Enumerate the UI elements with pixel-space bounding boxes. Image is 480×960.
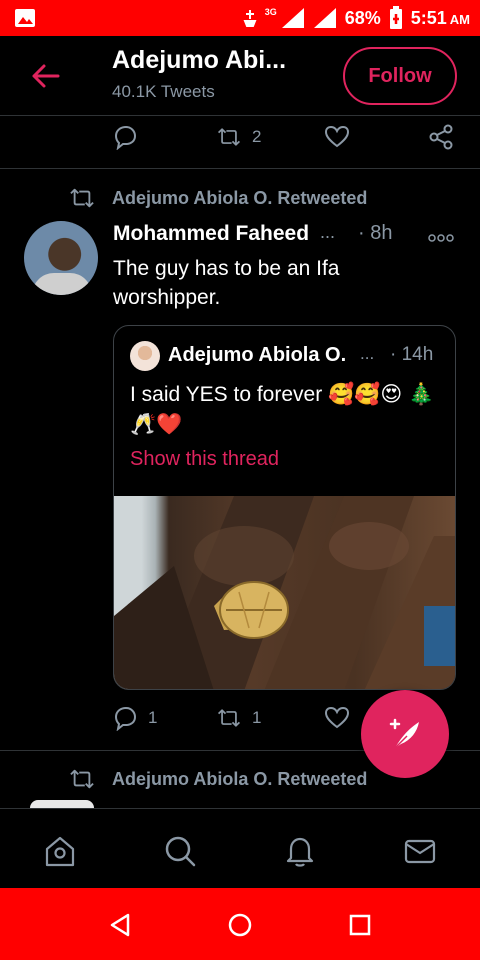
retweet-count: 2: [252, 127, 262, 146]
retweet-icon: [217, 128, 241, 146]
share-icon: [429, 124, 453, 150]
clock-time: 5:51: [410, 7, 447, 28]
reply-button[interactable]: [112, 124, 138, 150]
tweet-time: · 8h: [358, 222, 393, 244]
recents-square-icon: [349, 914, 371, 936]
tweet-divider: [0, 168, 480, 169]
signal-icon: [281, 8, 304, 28]
reply-icon: [114, 706, 137, 731]
like-button[interactable]: [324, 705, 350, 731]
clock-suffix: AM: [449, 11, 470, 27]
system-nav-bar: [0, 888, 480, 960]
signal-icon-2: [313, 8, 336, 28]
home-circle-icon: [228, 913, 252, 937]
back-triangle-icon: [110, 913, 130, 937]
follow-button[interactable]: Follow: [343, 47, 457, 105]
tab-messages[interactable]: [400, 831, 440, 871]
retweet-icon: [70, 769, 94, 789]
back-button[interactable]: [30, 61, 62, 91]
like-button[interactable]: [324, 124, 350, 150]
search-icon: [165, 836, 196, 867]
reply-button[interactable]: 1: [112, 705, 157, 731]
tweet-text: The guy has to be an Ifa worshipper.: [113, 257, 340, 309]
author-ellipsis: ...: [320, 222, 336, 242]
quoted-time: · 14h: [390, 344, 434, 365]
previous-tweet-actions: 2: [112, 124, 462, 154]
tab-home[interactable]: [40, 831, 80, 871]
share-button[interactable]: [428, 124, 454, 150]
retweeted-by-line: Adejumo Abiola O. Retweeted: [68, 186, 367, 210]
nav-home-button[interactable]: [225, 910, 255, 940]
quoted-author: Adejumo Abiola O.: [168, 344, 347, 366]
reply-count: 1: [148, 708, 158, 727]
nav-back-button[interactable]: [105, 910, 135, 940]
tab-notifications[interactable]: [280, 831, 320, 871]
tweet-author[interactable]: Mohammed Faheed: [113, 222, 309, 246]
alarm-icon: [243, 10, 257, 27]
retweet-count: 1: [252, 708, 262, 727]
next-retweeted-by-text: Adejumo Abiola O. Retweeted: [112, 768, 368, 789]
network-type: 3G: [264, 7, 277, 17]
back-arrow-icon: [32, 64, 60, 88]
heart-icon: [324, 706, 350, 729]
retweet-button[interactable]: 2: [216, 124, 261, 150]
compose-feather-icon: [389, 718, 419, 749]
retweet-icon: [70, 188, 94, 208]
clock: 5:51 AM: [411, 8, 470, 29]
compose-tweet-button[interactable]: [361, 690, 449, 778]
profile-name: Adejumo Abi...: [112, 46, 287, 74]
retweet-icon: [217, 709, 241, 727]
tweet-count: 40.1K Tweets: [112, 82, 215, 101]
next-avatar: [30, 800, 94, 808]
battery-charging-icon: [389, 6, 402, 29]
battery-percent: 68%: [344, 7, 381, 28]
home-icon: [45, 836, 75, 867]
more-options-icon[interactable]: [428, 226, 454, 249]
show-thread-link[interactable]: Show this thread: [130, 448, 279, 471]
retweet-button[interactable]: 1: [216, 705, 261, 731]
quoted-photo-ring[interactable]: [114, 496, 455, 689]
messages-icon: [404, 839, 436, 864]
reply-icon: [114, 125, 137, 150]
tab-search[interactable]: [160, 831, 200, 871]
notifications-icon: [286, 837, 314, 867]
next-retweeted-by-line: Adejumo Abiola O. Retweeted: [68, 767, 367, 791]
quoted-author-ellipsis: ...: [360, 344, 375, 363]
ring-photo-illustration: [114, 496, 455, 689]
status-bar: 3G 68% 5:51 AM: [0, 0, 480, 36]
avatar[interactable]: [24, 221, 98, 295]
quoted-avatar: [130, 341, 160, 371]
quoted-text: I said YES to forever 🥰🥰😍 🎄🥂❤️: [130, 383, 435, 436]
heart-icon: [324, 125, 350, 148]
nav-recents-button[interactable]: [345, 910, 375, 940]
profile-header: Adejumo Abi... 40.1K Tweets Follow: [0, 36, 480, 116]
avatar-photo: [32, 273, 92, 295]
gallery-notification-icon: [15, 9, 35, 27]
quoted-tweet-card[interactable]: Adejumo Abiola O. ... · 14h I said YES t…: [113, 325, 456, 690]
retweeted-by-text: Adejumo Abiola O. Retweeted: [112, 187, 368, 208]
bottom-tab-bar: [0, 808, 480, 888]
